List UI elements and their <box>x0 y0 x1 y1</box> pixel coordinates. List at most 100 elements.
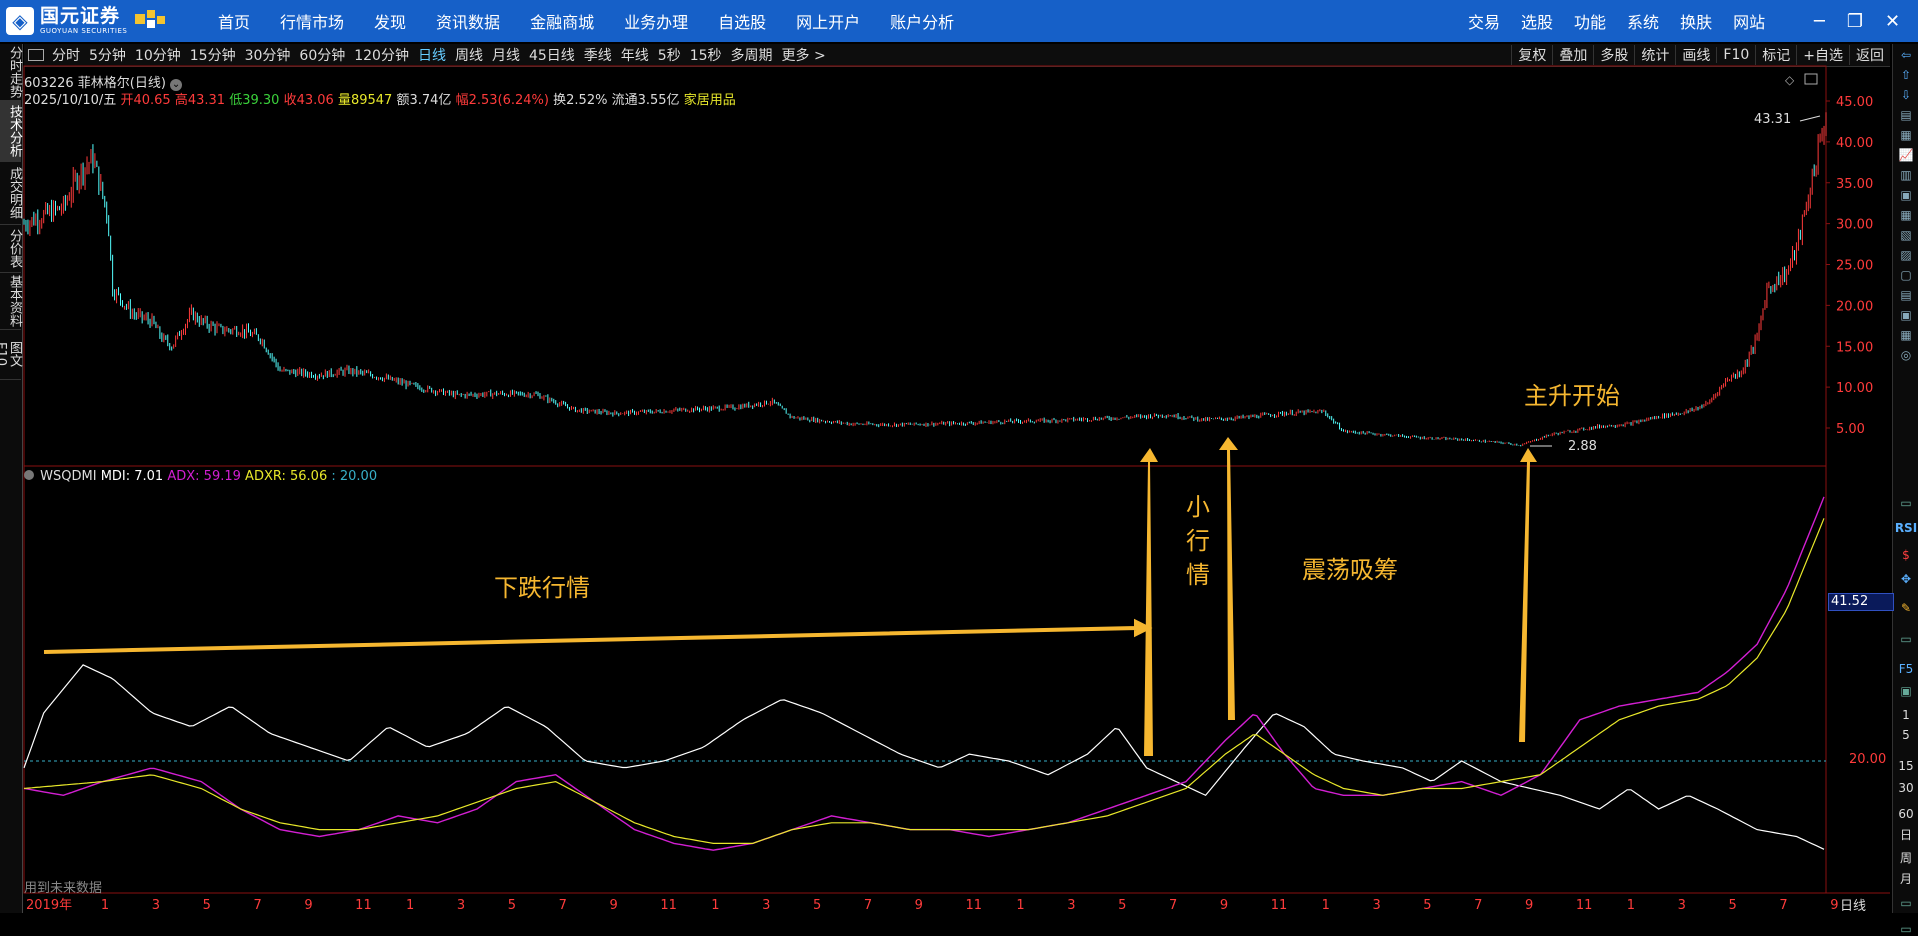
time-tick-label: 3 <box>457 898 465 913</box>
time-tick-label: 11 <box>1576 898 1593 913</box>
time-tick-label: 7 <box>253 898 261 913</box>
min-price-label: 2.88 <box>1568 439 1597 454</box>
annotation-arrow-down <box>43 618 1153 654</box>
bottom-period-label[interactable]: 日线 <box>1840 895 1866 914</box>
time-tick-label: 3 <box>1372 898 1380 913</box>
toolstrip-icon[interactable]: ▣ <box>1893 188 1918 202</box>
quote-high: 43.31 <box>187 93 226 108</box>
toolstrip-label[interactable]: RSI <box>1893 521 1918 535</box>
toolstrip-icon[interactable]: ◎ <box>1893 348 1918 362</box>
time-tick-label: 5 <box>813 898 821 913</box>
toolstrip-icon[interactable]: ▦ <box>1893 328 1918 342</box>
price-tick-label: 25.00 <box>1836 259 1873 274</box>
annotation-consolidate: 震荡吸筹 <box>1302 556 1398 584</box>
price-tick-label: 40.00 <box>1836 136 1873 151</box>
toolstrip-icon[interactable]: ▭ <box>1893 632 1918 646</box>
toolstrip-icon[interactable]: 📈 <box>1893 148 1918 162</box>
right-tool-strip: ⇦ ⇧ ⇩ ▤ ▦ 📈 ▥ ▣ ▦ ▧ ▨ ▢ ▤ ▣ ▦ ◎ ▭ RSI $ ✥ ✎ ▭ F5 ▣ 1 5 15 30 60 日周月 ▭ ▭ <box>1892 44 1918 936</box>
toolstrip-label[interactable]: 60 <box>1893 807 1918 821</box>
time-tick-label: 11 <box>966 898 983 913</box>
toolstrip-icon[interactable]: ▢ <box>1893 268 1918 282</box>
toolstrip-icon[interactable]: ▤ <box>1893 288 1918 302</box>
toolstrip-icon[interactable]: ⇦ <box>1893 48 1918 62</box>
time-tick-label: 9 <box>915 898 923 913</box>
reference-value: 20.00 <box>1849 752 1887 767</box>
toolstrip-icon[interactable]: ▭ <box>1893 896 1918 910</box>
annotation-arrow-3 <box>1519 448 1537 742</box>
toolstrip-label[interactable]: 月 <box>1893 870 1918 887</box>
quote-float: 3.55亿 <box>637 93 680 108</box>
toolstrip-icon[interactable]: ▣ <box>1893 684 1918 698</box>
adxr-line <box>23 518 1825 844</box>
time-tick-label: 3 <box>1678 898 1686 913</box>
kline-chart[interactable]: 45.00 40.00 35.00 30.00 25.00 20.00 15.00 10.00… <box>0 0 1890 913</box>
time-tick-label: 7 <box>1779 898 1787 913</box>
price-tick-label: 15.00 <box>1836 340 1873 355</box>
toolstrip-icon[interactable]: ▭ <box>1893 922 1918 936</box>
toolstrip-label[interactable]: 30 <box>1893 781 1918 795</box>
toolstrip-label[interactable]: F5 <box>1893 662 1918 676</box>
current-indicator-value: 41.52 <box>1828 593 1894 611</box>
annotation-down: 下跌行情 <box>494 574 590 602</box>
indicator-footnote: 用到未来数据 <box>24 881 103 896</box>
toolstrip-label[interactable]: 周 <box>1893 849 1918 866</box>
time-tick-label: 9 <box>609 898 617 913</box>
time-tick-label: 7 <box>559 898 567 913</box>
toolstrip-icon[interactable]: ▧ <box>1893 228 1918 242</box>
time-tick-label: 11 <box>355 898 372 913</box>
time-tick-label: 1 <box>1627 898 1635 913</box>
toolstrip-label[interactable]: 日 <box>1893 826 1918 843</box>
toolstrip-icon[interactable]: ▭ <box>1893 496 1918 510</box>
toolstrip-icon[interactable]: ✎ <box>1893 601 1918 615</box>
toolstrip-icon[interactable]: ▥ <box>1893 168 1918 182</box>
max-price-pointer <box>1799 115 1821 122</box>
toolstrip-label[interactable]: 1 <box>1893 708 1918 722</box>
indicator-adxr: ADXR: 56.06 <box>245 469 328 484</box>
time-tick-label: 9 <box>1525 898 1533 913</box>
toolstrip-icon[interactable]: ▨ <box>1893 248 1918 262</box>
time-tick-label: 5 <box>1423 898 1431 913</box>
diamond-icon: ◇ <box>1785 73 1795 87</box>
time-tick-label: 11 <box>660 898 677 913</box>
toolstrip-icon[interactable]: ⇩ <box>1893 88 1918 102</box>
quote-close: 43.06 <box>296 93 334 108</box>
price-tick-label: 30.00 <box>1836 218 1873 233</box>
toolstrip-icon[interactable]: ✥ <box>1893 572 1918 586</box>
time-tick-label: 3 <box>152 898 160 913</box>
toolstrip-icon[interactable]: ⇧ <box>1893 68 1918 82</box>
time-tick-label: 11 <box>1271 898 1288 913</box>
annotation-arrow-2 <box>1219 437 1238 720</box>
toolstrip-icon[interactable]: ▦ <box>1893 128 1918 142</box>
price-tick-label: 35.00 <box>1836 177 1873 192</box>
quote-line: 2025/10/10/五 开40.65 高43.31 低39.30 收43.06… <box>24 93 736 108</box>
quote-volume: 89547 <box>350 93 393 108</box>
time-tick-label: 1 <box>711 898 719 913</box>
max-price-label: 43.31 <box>1754 112 1792 127</box>
price-tick-label: 45.00 <box>1836 95 1873 110</box>
time-tick-label: 3 <box>762 898 770 913</box>
indicator-menu-icon[interactable] <box>24 470 34 480</box>
time-tick-label: 1 <box>1322 898 1330 913</box>
toolstrip-icon[interactable]: $ <box>1893 548 1918 562</box>
time-tick-label: 7 <box>1474 898 1482 913</box>
price-tick-label: 10.00 <box>1836 381 1873 396</box>
annotation-small: 小行情 <box>1186 493 1210 589</box>
time-tick-label: 9 <box>304 898 312 913</box>
toolstrip-icon[interactable]: ▣ <box>1893 308 1918 322</box>
quote-open: 40.65 <box>133 93 171 108</box>
indicator-adx: ADX: 59.19 <box>167 469 241 484</box>
time-tick-label: 7 <box>864 898 872 913</box>
time-tick-label: 9 <box>1220 898 1228 913</box>
time-tick-label: 5 <box>1118 898 1126 913</box>
toolstrip-icon[interactable]: ▦ <box>1893 208 1918 222</box>
toolstrip-label[interactable]: 5 <box>1893 728 1918 742</box>
panel-layout-icon <box>1804 73 1818 85</box>
time-tick-label: 5 <box>203 898 211 913</box>
time-tick-label: 1 <box>101 898 109 913</box>
toolstrip-icon[interactable]: ▤ <box>1893 108 1918 122</box>
time-tick-label: 5 <box>508 898 516 913</box>
toolstrip-label[interactable]: 15 <box>1893 759 1918 773</box>
quote-change: 2.53(6.24%) <box>468 93 549 108</box>
time-tick-label: 7 <box>1169 898 1177 913</box>
time-tick-label: 1 <box>406 898 414 913</box>
